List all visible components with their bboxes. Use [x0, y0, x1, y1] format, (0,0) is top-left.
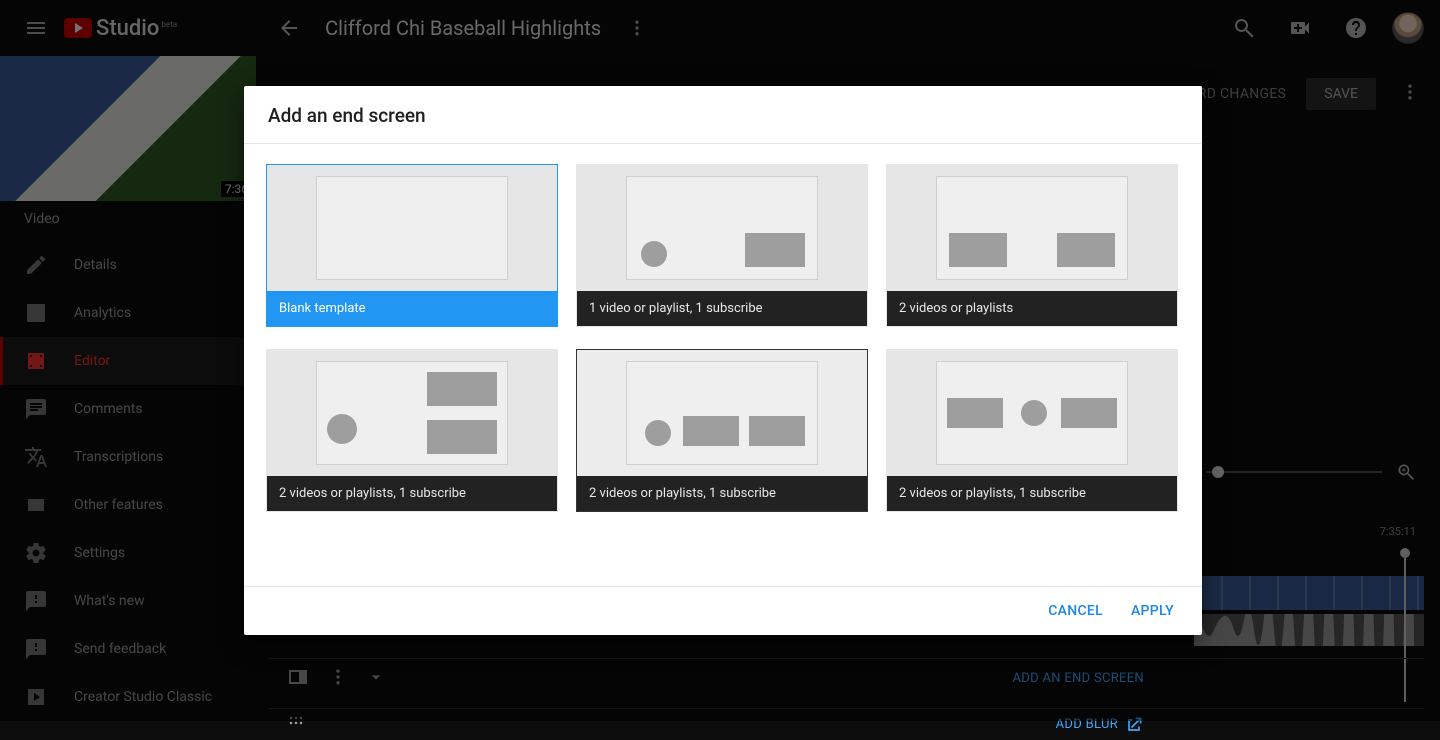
template-card[interactable]: 2 videos or playlists	[886, 164, 1178, 327]
modal-title: Add an end screen	[244, 86, 1202, 144]
template-card[interactable]: 2 videos or playlists, 1 subscribe	[266, 349, 558, 512]
card-label: 2 videos or playlists, 1 subscribe	[577, 476, 867, 511]
card-label: 2 videos or playlists	[887, 291, 1177, 326]
card-label: 2 videos or playlists, 1 subscribe	[887, 476, 1177, 511]
card-label: Blank template	[267, 291, 557, 326]
end-screen-modal: Add an end screen Blank template 1 video…	[244, 86, 1202, 635]
cancel-button[interactable]: CANCEL	[1048, 603, 1103, 619]
template-card[interactable]: 2 videos or playlists, 1 subscribe	[576, 349, 868, 512]
template-card-blank[interactable]: Blank template	[266, 164, 558, 327]
apply-button[interactable]: APPLY	[1131, 603, 1174, 619]
template-card[interactable]: 2 videos or playlists, 1 subscribe	[886, 349, 1178, 512]
card-label: 2 videos or playlists, 1 subscribe	[267, 476, 557, 511]
template-card[interactable]: 1 video or playlist, 1 subscribe	[576, 164, 868, 327]
card-label: 1 video or playlist, 1 subscribe	[577, 291, 867, 326]
